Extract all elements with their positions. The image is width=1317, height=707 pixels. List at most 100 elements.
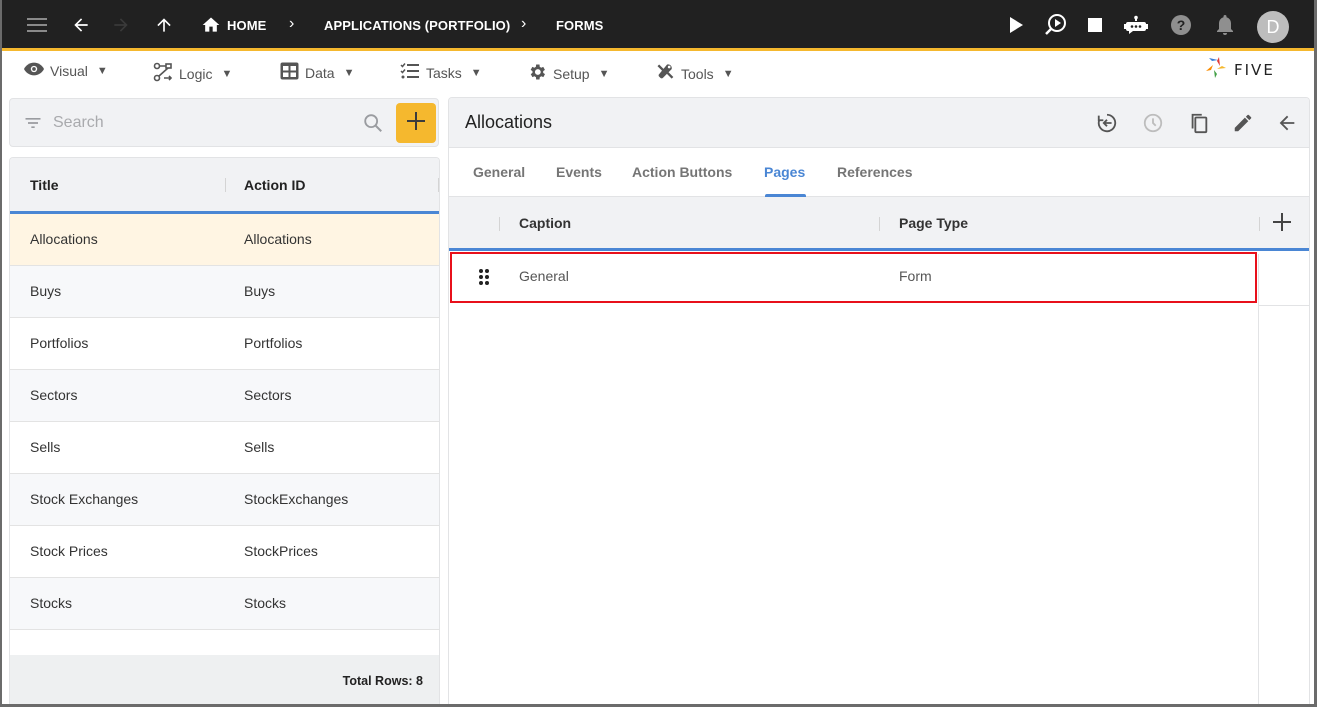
restore-icon[interactable]	[1095, 111, 1119, 135]
column-divider[interactable]	[499, 217, 500, 231]
column-header-title[interactable]: Title	[30, 177, 59, 193]
column-header-action-id[interactable]: Action ID	[244, 177, 305, 193]
column-header-page-type[interactable]: Page Type	[899, 215, 968, 231]
list-row[interactable]: Portfolios Portfolios	[10, 318, 439, 370]
menu-logic[interactable]: Logic ▼	[153, 62, 232, 85]
cell-title: Sectors	[30, 387, 78, 403]
menu-bar: Visual ▼ Logic ▼ Data ▼ Tasks ▼ Setup ▼ …	[2, 54, 1314, 92]
notifications-icon[interactable]	[1213, 13, 1237, 37]
menu-visual-label: Visual	[50, 62, 88, 79]
column-header-caption[interactable]: Caption	[519, 215, 571, 231]
list-row[interactable]: Sells Sells	[10, 422, 439, 474]
forward-arrow-icon[interactable]	[109, 13, 133, 37]
cell-title: Allocations	[30, 231, 98, 247]
five-logo: FIVE	[1204, 56, 1299, 85]
menu-logic-label: Logic	[179, 65, 213, 82]
chevron-down-icon: ▼	[722, 67, 734, 80]
breadcrumb-separator: ›	[521, 15, 527, 32]
pages-grid-row[interactable]: General Form	[449, 251, 1309, 304]
cell-action-id: Stocks	[244, 595, 287, 611]
list-row[interactable]: Stocks Stocks	[10, 578, 439, 630]
chatbot-icon[interactable]	[1124, 13, 1148, 37]
menu-data[interactable]: Data ▼	[280, 62, 354, 83]
list-body: Allocations Allocations Buys Buys Portfolios…	[10, 214, 439, 630]
list-footer: Total Rows: 8	[10, 655, 439, 704]
chevron-down-icon: ▼	[598, 67, 610, 80]
breadcrumb-home[interactable]: HOME	[227, 18, 266, 33]
cell-action-id: StockPrices	[244, 543, 318, 559]
cell-title: Portfolios	[30, 335, 89, 351]
add-record-button[interactable]	[396, 103, 436, 143]
menu-setup[interactable]: Setup ▼	[527, 62, 609, 85]
list-row[interactable]: Stock Prices StockPrices	[10, 526, 439, 578]
column-divider[interactable]	[438, 178, 439, 192]
tab-general[interactable]: General	[473, 164, 525, 180]
chevron-down-icon: ▼	[221, 67, 233, 80]
cell-action-id: Allocations	[244, 231, 312, 247]
cell-action-id: Sectors	[244, 387, 292, 403]
debug-run-icon[interactable]	[1043, 13, 1067, 37]
logic-flow-icon	[153, 62, 173, 85]
eye-icon	[24, 62, 44, 79]
user-avatar[interactable]: D	[1257, 11, 1289, 43]
five-logo-text: FIVE	[1234, 61, 1275, 79]
row-highlight-outline	[450, 252, 1257, 303]
gear-icon	[527, 62, 547, 85]
list-row[interactable]: Stock Exchanges StockExchanges	[10, 474, 439, 526]
grid-gutter-row-line	[1258, 305, 1309, 306]
home-icon[interactable]	[199, 13, 223, 37]
breadcrumb-applications[interactable]: APPLICATIONS (PORTFOLIO)	[324, 18, 510, 33]
column-divider[interactable]	[1259, 217, 1260, 231]
chevron-down-icon: ▼	[470, 66, 482, 79]
tab-pages[interactable]: Pages	[764, 164, 805, 180]
detail-tabs: General Events Action Buttons Pages Refe…	[449, 148, 1309, 197]
tab-events[interactable]: Events	[556, 164, 602, 180]
menu-icon[interactable]	[25, 13, 49, 37]
add-page-button[interactable]	[1273, 213, 1291, 236]
breadcrumb-forms[interactable]: FORMS	[556, 18, 603, 33]
table-grid-icon	[280, 62, 299, 83]
cell-action-id: Portfolios	[244, 335, 303, 351]
stop-icon[interactable]	[1083, 13, 1107, 37]
plus-icon	[407, 111, 425, 135]
close-back-icon[interactable]	[1275, 111, 1299, 135]
cell-title: Buys	[30, 283, 62, 299]
checklist-icon	[400, 62, 420, 83]
detail-panel: Allocations General Events Action Button…	[448, 97, 1310, 704]
search-input[interactable]	[53, 109, 353, 137]
menu-visual[interactable]: Visual ▼	[24, 62, 108, 79]
up-arrow-icon[interactable]	[152, 13, 176, 37]
search-icon[interactable]	[362, 112, 384, 139]
run-icon[interactable]	[1004, 13, 1028, 37]
app-window: HOME › APPLICATIONS (PORTFOLIO) › FORMS …	[0, 0, 1317, 707]
tools-icon	[655, 62, 675, 85]
pages-grid-header: Caption Page Type	[449, 197, 1309, 251]
edit-icon[interactable]	[1231, 111, 1255, 135]
menu-tasks[interactable]: Tasks ▼	[400, 62, 482, 83]
five-logo-mark-icon	[1204, 56, 1228, 85]
cell-title: Stocks	[30, 595, 73, 611]
chevron-down-icon: ▼	[343, 66, 355, 79]
list-row[interactable]: Buys Buys	[10, 266, 439, 318]
drag-handle-icon[interactable]	[477, 268, 491, 291]
back-arrow-icon[interactable]	[69, 13, 93, 37]
column-divider[interactable]	[879, 217, 880, 231]
cell-title: Stock Exchanges	[30, 491, 139, 507]
column-divider[interactable]	[225, 178, 226, 192]
menu-setup-label: Setup	[553, 65, 590, 82]
tab-action-buttons[interactable]: Action Buttons	[632, 164, 732, 180]
pages-grid-body: General Form	[449, 251, 1309, 304]
cell-page-type: Form	[899, 268, 932, 284]
list-row[interactable]: Allocations Allocations	[10, 214, 439, 266]
total-rows: Total Rows: 8	[342, 674, 423, 688]
cell-action-id: Sells	[244, 439, 275, 455]
filter-icon[interactable]	[23, 113, 43, 138]
menu-tools[interactable]: Tools ▼	[655, 62, 734, 85]
help-icon[interactable]: ?	[1169, 13, 1193, 37]
list-row[interactable]: Sectors Sectors	[10, 370, 439, 422]
history-icon[interactable]	[1141, 111, 1165, 135]
copy-icon[interactable]	[1187, 111, 1211, 135]
search-bar	[9, 98, 439, 147]
tab-references[interactable]: References	[837, 164, 913, 180]
detail-title: Allocations	[465, 112, 553, 132]
